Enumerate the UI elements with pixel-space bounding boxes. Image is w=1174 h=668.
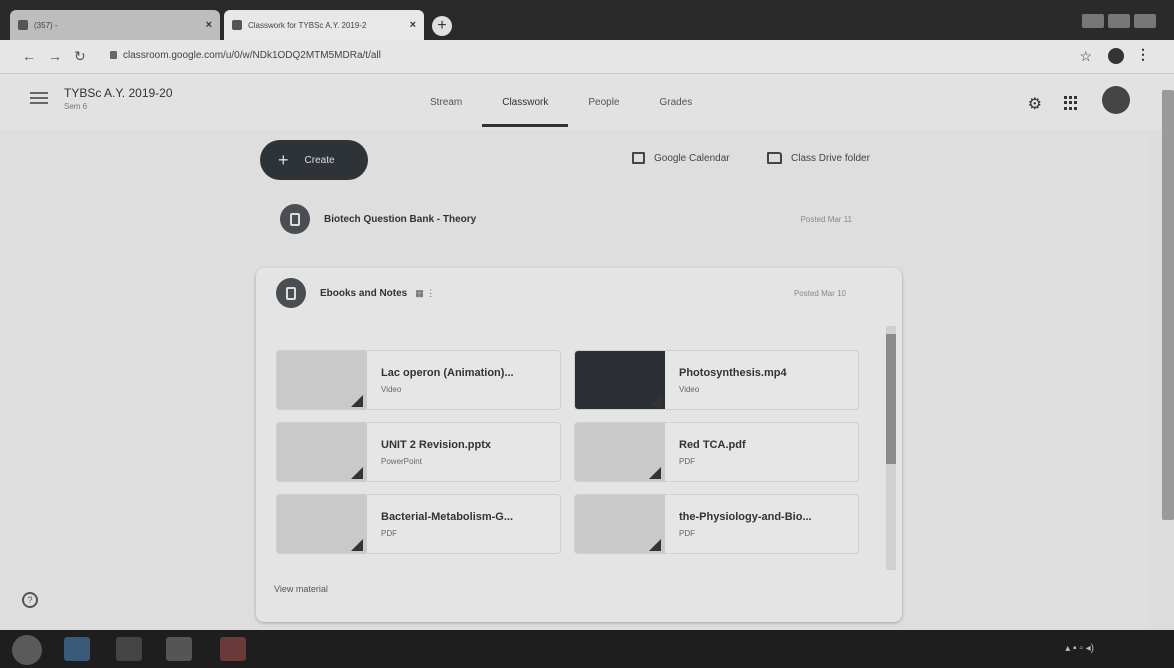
gmail-favicon-icon	[18, 20, 28, 30]
star-icon[interactable]: ☆	[1079, 48, 1092, 65]
material-type: PowerPoint	[381, 457, 422, 466]
forward-icon[interactable]: →	[48, 48, 62, 64]
help-icon[interactable]: ?	[22, 592, 38, 608]
material-thumbnail	[277, 423, 367, 481]
explorer-icon[interactable]	[166, 637, 192, 661]
browser-menu-icon[interactable]: ⋮	[1136, 46, 1150, 63]
tab-grades[interactable]: Grades	[640, 74, 713, 130]
classroom-header: TYBSc A.Y. 2019-20 Sem 6 Stream Classwor…	[0, 74, 1174, 130]
material-thumbnail	[575, 423, 665, 481]
ie-icon[interactable]	[64, 637, 90, 661]
maximize-button[interactable]	[1108, 14, 1130, 28]
post-title: Biotech Question Bank - Theory	[324, 213, 477, 225]
post-row[interactable]: Biotech Question Bank - Theory Posted Ma…	[256, 194, 896, 244]
start-button[interactable]	[12, 635, 42, 665]
material-type: PDF	[679, 457, 695, 466]
close-window-button[interactable]	[1134, 14, 1156, 28]
calendar-icon	[632, 152, 645, 164]
lock-icon	[110, 51, 117, 60]
expanded-post-title: Ebooks and Notes	[320, 287, 408, 299]
material-thumbnail	[277, 495, 367, 553]
google-calendar-link[interactable]: Google Calendar	[632, 152, 730, 164]
apps-icon[interactable]	[1064, 96, 1078, 110]
expanded-post-card: Ebooks and Notes ▦ ⋮ Posted Mar 10 Lac o…	[256, 268, 902, 622]
material-item[interactable]: UNIT 2 Revision.pptx PowerPoint	[276, 422, 561, 482]
material-item[interactable]: Red TCA.pdf PDF	[574, 422, 859, 482]
material-title: Red TCA.pdf	[679, 439, 746, 451]
material-thumbnail	[575, 495, 665, 553]
create-button[interactable]: + Create	[260, 140, 368, 180]
class-title[interactable]: TYBSc A.Y. 2019-20	[64, 86, 173, 100]
materials-scrollbar-thumb[interactable]	[886, 334, 896, 464]
plus-icon: +	[278, 150, 289, 170]
system-tray[interactable]: ▴ ▪ ▫ ◂)	[1065, 643, 1094, 654]
material-type: PDF	[679, 529, 695, 538]
expanded-post-header[interactable]: Ebooks and Notes ▦ ⋮ Posted Mar 10	[276, 268, 896, 318]
os-taskbar: ▴ ▪ ▫ ◂)	[0, 630, 1174, 668]
url-text: classroom.google.com/u/0/w/NDk1ODQ2MTM5M…	[123, 50, 381, 61]
create-label: Create	[304, 154, 335, 166]
materials-grid: Lac operon (Animation)... Video Photosyn…	[276, 350, 868, 560]
class-section: Sem 6	[64, 102, 88, 111]
address-bar-row: ← → ↻ classroom.google.com/u/0/w/NDk1ODQ…	[0, 40, 1174, 74]
calendar-label: Google Calendar	[654, 152, 730, 164]
material-type: PDF	[381, 529, 397, 538]
material-type: Video	[679, 385, 700, 394]
material-title: Lac operon (Animation)...	[381, 367, 514, 379]
back-icon[interactable]: ←	[22, 48, 36, 64]
tab-title: (357) -	[34, 20, 58, 30]
taskbar-clock[interactable]	[1154, 638, 1156, 658]
material-thumbnail	[277, 351, 367, 409]
classroom-favicon-icon	[232, 20, 242, 30]
drive-label: Class Drive folder	[791, 152, 870, 164]
class-drive-folder-link[interactable]: Class Drive folder	[767, 152, 870, 164]
tab-stream[interactable]: Stream	[410, 74, 482, 130]
tab-people[interactable]: People	[568, 74, 639, 130]
expanded-post-date: Posted Mar 10	[793, 288, 846, 298]
hamburger-icon[interactable]	[30, 92, 48, 104]
new-tab-button[interactable]: +	[432, 16, 452, 36]
more-options-icon[interactable]: ▦ ⋮	[415, 288, 435, 299]
material-thumbnail	[575, 351, 665, 409]
material-item[interactable]: the-Physiology-and-Bio... PDF	[574, 494, 859, 554]
assignment-icon	[280, 204, 310, 234]
reload-icon[interactable]: ↻	[74, 48, 86, 65]
material-title: UNIT 2 Revision.pptx	[381, 439, 492, 451]
chrome-icon[interactable]	[220, 637, 246, 661]
material-type: Video	[381, 385, 402, 394]
page-scrollbar[interactable]	[1162, 90, 1174, 520]
browser-tab-classwork[interactable]: Classwork for TYBSc A.Y. 2019-2 ×	[224, 10, 424, 40]
close-tab-icon[interactable]: ×	[410, 19, 416, 31]
view-material-link[interactable]: View material	[274, 584, 328, 594]
window-controls	[1082, 14, 1156, 28]
material-item[interactable]: Photosynthesis.mp4 Video	[574, 350, 859, 410]
minimize-button[interactable]	[1082, 14, 1104, 28]
material-title: Bacterial-Metabolism-G...	[381, 511, 514, 523]
browser-profile-icon[interactable]	[1108, 48, 1124, 64]
classwork-page: + Create Google Calendar Class Drive fol…	[0, 130, 1150, 630]
avatar[interactable]	[1102, 86, 1130, 114]
material-item[interactable]: Bacterial-Metabolism-G... PDF	[276, 494, 561, 554]
tab-title: Classwork for TYBSc A.Y. 2019-2	[248, 20, 367, 30]
material-item[interactable]: Lac operon (Animation)... Video	[276, 350, 561, 410]
material-title: the-Physiology-and-Bio...	[679, 511, 812, 523]
browser-tab-inbox[interactable]: (357) - ×	[10, 10, 220, 40]
class-nav-tabs: Stream Classwork People Grades	[410, 74, 712, 130]
post-date: Posted Mar 11	[800, 214, 852, 224]
folder-icon	[767, 152, 782, 164]
tab-classwork[interactable]: Classwork	[482, 74, 569, 130]
material-icon	[276, 278, 306, 308]
browser-tab-strip: (357) - × Classwork for TYBSc A.Y. 2019-…	[0, 0, 1174, 40]
material-title: Photosynthesis.mp4	[679, 367, 787, 379]
close-tab-icon[interactable]: ×	[206, 19, 212, 31]
gear-icon[interactable]: ⚙	[1028, 94, 1042, 114]
media-player-icon[interactable]	[116, 637, 142, 661]
url-field[interactable]: classroom.google.com/u/0/w/NDk1ODQ2MTM5M…	[110, 50, 381, 61]
